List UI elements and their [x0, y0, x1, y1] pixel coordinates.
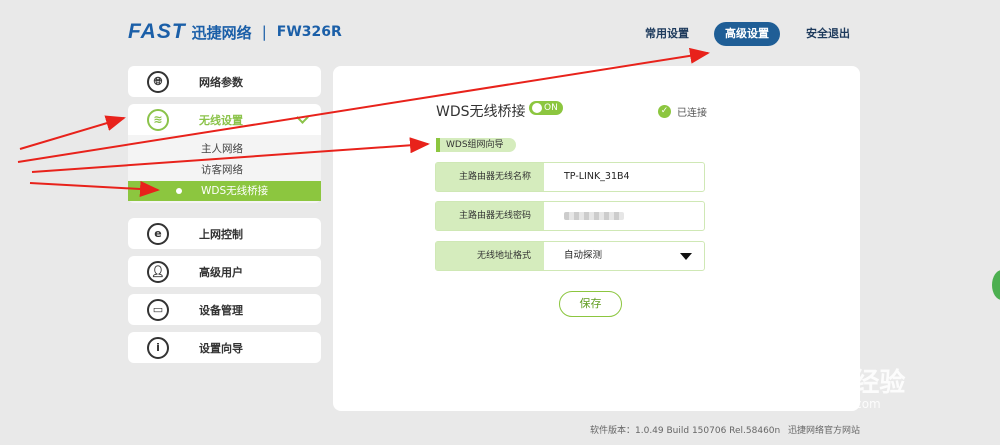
internet-explorer-icon: e	[147, 222, 169, 245]
field-label: 主路由器无线密码	[436, 202, 544, 230]
save-button[interactable]: 保存	[559, 291, 622, 317]
sidebar-item-wireless[interactable]: ≋ 无线设置	[128, 104, 321, 135]
main-panel: WDS无线桥接 ON ✓ 已连接 WDS组网向导 主路由器无线名称 TP-LIN…	[333, 66, 860, 411]
submenu-item-guest-network[interactable]: 访客网络	[128, 160, 321, 180]
header: FAST 迅捷网络 | FW326R 常用设置 高级设置 安全退出	[0, 0, 1000, 60]
arrow-to-wireless-settings	[19, 115, 126, 150]
sidebar-item-setup-wizard[interactable]: i 设置向导	[128, 332, 321, 363]
sidebar-item-access-control[interactable]: e 上网控制	[128, 218, 321, 249]
address-format-select[interactable]: 无线地址格式 自动探测	[435, 241, 705, 271]
sidebar-item-label: 设置向导	[199, 341, 243, 355]
ssid-value[interactable]: TP-LINK_31B4	[564, 163, 630, 191]
baidu-watermark: Baidu经验	[770, 368, 906, 398]
page-title: WDS无线桥接	[436, 104, 526, 120]
ssid-field[interactable]: 主路由器无线名称 TP-LINK_31B4	[435, 162, 705, 192]
field-label: 无线地址格式	[436, 242, 544, 270]
check-circle-icon: ✓	[658, 105, 671, 118]
status-text: 已连接	[677, 108, 707, 119]
info-icon: i	[147, 336, 169, 359]
submenu-item-label: WDS无线桥接	[201, 185, 269, 197]
user-icon: 👤︎	[147, 260, 169, 283]
submenu-item-wds-bridge[interactable]: WDS无线桥接	[128, 181, 321, 201]
official-site-link[interactable]: 迅捷网络官方网站	[788, 423, 860, 436]
firmware-version: 软件版本：1.0.49 Build 150706 Rel.58460n	[590, 426, 781, 436]
sidebar-item-network[interactable]: 🌐︎ 网络参数	[128, 66, 321, 97]
sidebar-item-label: 高级用户	[199, 265, 243, 279]
toggle-knob	[532, 103, 542, 113]
sidebar-item-label: 上网控制	[199, 227, 243, 241]
nav-advanced-settings[interactable]: 高级设置	[714, 22, 780, 46]
chevron-down-icon	[296, 111, 309, 124]
nav-common-settings[interactable]: 常用设置	[645, 22, 689, 46]
globe-icon: 🌐︎	[147, 70, 169, 93]
sidebar-item-label: 设备管理	[199, 303, 243, 317]
password-value-blurred[interactable]	[564, 212, 624, 220]
nav-logout[interactable]: 安全退出	[806, 22, 850, 46]
sidebar-item-label: 网络参数	[199, 75, 243, 89]
connection-status: ✓ 已连接	[658, 104, 707, 119]
sidebar-item-label: 无线设置	[199, 113, 243, 127]
wds-toggle[interactable]: ON	[529, 101, 563, 115]
submenu-item-host-network[interactable]: 主人网络	[128, 139, 321, 159]
address-format-value[interactable]: 自动探测	[564, 242, 602, 270]
wifi-icon: ≋	[147, 108, 169, 131]
dropdown-caret-icon[interactable]	[680, 253, 692, 260]
field-label: 主路由器无线名称	[436, 163, 544, 191]
password-field[interactable]: 主路由器无线密码	[435, 201, 705, 231]
router-icon: ▭	[147, 298, 169, 321]
wireless-submenu: 主人网络 访客网络 WDS无线桥接	[128, 135, 321, 203]
toggle-label: ON	[544, 103, 558, 113]
wds-wizard-link[interactable]: WDS组网向导	[436, 138, 516, 152]
top-nav: 常用设置 高级设置 安全退出	[0, 22, 1000, 46]
sidebar-item-advanced-user[interactable]: 👤︎ 高级用户	[128, 256, 321, 287]
sidebar-item-device-management[interactable]: ▭ 设备管理	[128, 294, 321, 325]
selected-dot-icon	[176, 188, 182, 194]
baidu-watermark-url: jingyan.baidu.com	[770, 397, 881, 411]
floating-green-button[interactable]	[992, 270, 1000, 300]
